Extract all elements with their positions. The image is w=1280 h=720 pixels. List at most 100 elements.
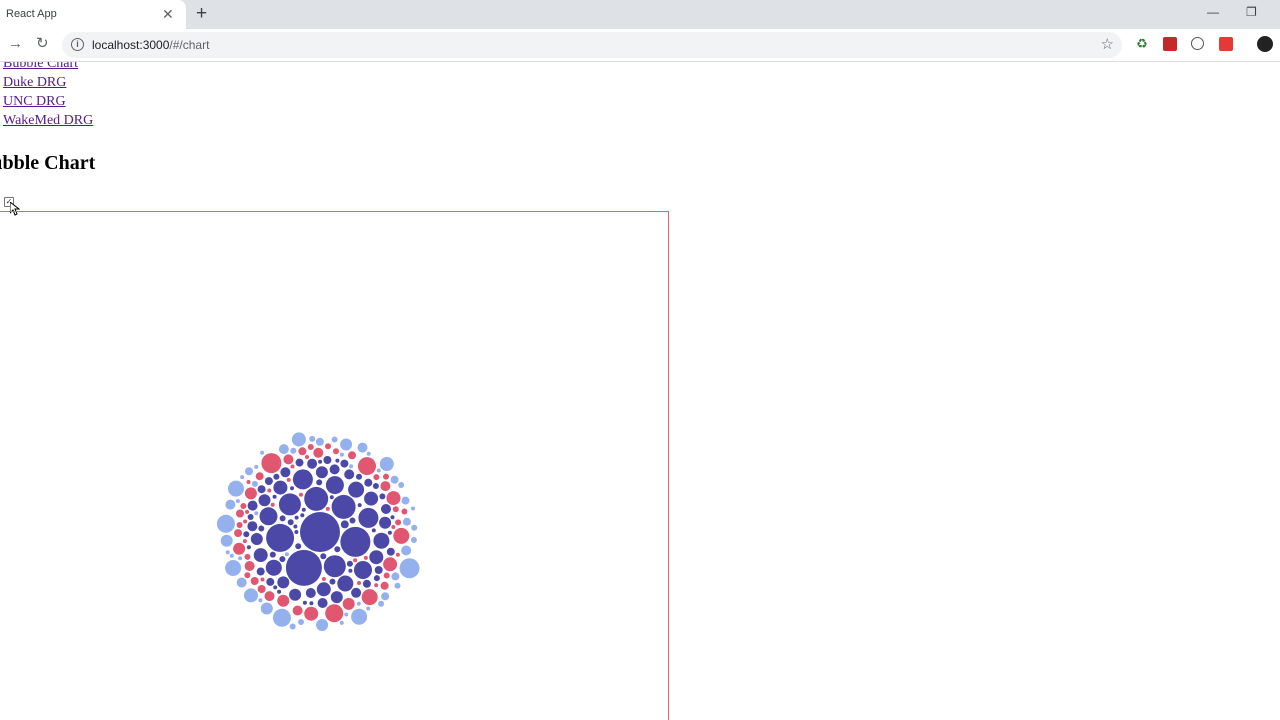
bubble[interactable]: [330, 591, 343, 604]
bubble[interactable]: [316, 619, 329, 631]
bubble[interactable]: [323, 456, 332, 464]
bubble[interactable]: [280, 467, 291, 478]
bubble[interactable]: [315, 466, 328, 479]
minimize-icon[interactable]: —: [1207, 5, 1219, 19]
bubble[interactable]: [298, 619, 304, 625]
bubble[interactable]: [300, 513, 305, 518]
bubble[interactable]: [315, 437, 324, 446]
bubble[interactable]: [277, 594, 290, 607]
bubble[interactable]: [333, 448, 339, 455]
bubble[interactable]: [286, 477, 291, 482]
bubble[interactable]: [238, 556, 243, 561]
bubble[interactable]: [279, 556, 286, 563]
bubble[interactable]: [357, 442, 368, 453]
bubble[interactable]: [307, 458, 318, 469]
bubble[interactable]: [376, 468, 381, 473]
bubble[interactable]: [380, 481, 391, 492]
bubble[interactable]: [295, 543, 302, 550]
bubble[interactable]: [290, 464, 295, 469]
bubble[interactable]: [266, 577, 275, 586]
bubble[interactable]: [383, 572, 390, 579]
bubble[interactable]: [364, 478, 373, 487]
bubble[interactable]: [254, 464, 259, 469]
bubble[interactable]: [401, 496, 410, 505]
bubble[interactable]: [278, 444, 289, 455]
bubble[interactable]: [250, 577, 259, 585]
bubble[interactable]: [331, 436, 338, 443]
bubble[interactable]: [216, 514, 235, 533]
bubble[interactable]: [293, 524, 298, 529]
bubble[interactable]: [234, 529, 243, 538]
bubble[interactable]: [246, 480, 251, 484]
bubble[interactable]: [325, 506, 330, 511]
bubble[interactable]: [399, 558, 420, 579]
bubble[interactable]: [349, 517, 356, 524]
bubble[interactable]: [318, 459, 323, 464]
bubble[interactable]: [244, 588, 258, 603]
bubble[interactable]: [305, 588, 316, 598]
bubble[interactable]: [302, 600, 307, 605]
nav-link-duke-drg[interactable]: Duke DRG: [3, 75, 66, 91]
bubble[interactable]: [273, 585, 278, 590]
bubble[interactable]: [383, 557, 398, 572]
bubble[interactable]: [301, 507, 306, 512]
bubble[interactable]: [257, 585, 266, 593]
bubble[interactable]: [278, 493, 301, 516]
bubble[interactable]: [325, 476, 344, 495]
bubble[interactable]: [309, 435, 316, 442]
bubble[interactable]: [243, 531, 250, 538]
close-tab-icon[interactable]: ✕: [162, 6, 174, 22]
bubble[interactable]: [381, 592, 390, 601]
bubble[interactable]: [340, 520, 349, 529]
new-tab-icon[interactable]: +: [196, 4, 207, 24]
bubble[interactable]: [337, 575, 354, 592]
bubble[interactable]: [379, 516, 392, 529]
bubble[interactable]: [329, 578, 336, 585]
bubble[interactable]: [369, 550, 384, 565]
bubble[interactable]: [294, 515, 299, 520]
bubble[interactable]: [256, 567, 265, 576]
bubble[interactable]: [348, 451, 356, 460]
bubble[interactable]: [266, 523, 295, 552]
bubble[interactable]: [267, 488, 272, 493]
bubble[interactable]: [342, 597, 355, 610]
bubble[interactable]: [374, 583, 379, 588]
bubble[interactable]: [236, 509, 244, 518]
bubble[interactable]: [356, 473, 362, 480]
bubble[interactable]: [339, 452, 344, 457]
bubble[interactable]: [236, 522, 243, 528]
bubble[interactable]: [298, 447, 307, 456]
bubble[interactable]: [316, 582, 331, 597]
bubble[interactable]: [395, 519, 402, 526]
bubble[interactable]: [344, 612, 349, 617]
bubble[interactable]: [291, 432, 306, 447]
bubble[interactable]: [245, 509, 250, 514]
bubble[interactable]: [316, 479, 323, 486]
bubble[interactable]: [260, 577, 265, 582]
bubble[interactable]: [244, 487, 257, 500]
bubble[interactable]: [383, 473, 389, 480]
bubble[interactable]: [265, 559, 282, 576]
bubble[interactable]: [260, 602, 273, 615]
red-extension-icon[interactable]: [1163, 37, 1177, 51]
bubble[interactable]: [329, 464, 340, 475]
bubble[interactable]: [346, 560, 353, 567]
bubble[interactable]: [354, 561, 372, 579]
bubble[interactable]: [287, 519, 294, 526]
bubble[interactable]: [374, 566, 383, 574]
bubble[interactable]: [304, 606, 319, 621]
bubble[interactable]: [247, 500, 258, 511]
bubble[interactable]: [378, 600, 385, 607]
bubble[interactable]: [292, 605, 303, 616]
bubble[interactable]: [401, 508, 408, 515]
bubble[interactable]: [393, 527, 410, 544]
bubble[interactable]: [258, 598, 263, 603]
bubble[interactable]: [260, 450, 265, 455]
bubble[interactable]: [307, 444, 314, 450]
bubble[interactable]: [317, 598, 328, 608]
bubble[interactable]: [272, 494, 277, 499]
bubble[interactable]: [348, 481, 365, 498]
bubble[interactable]: [366, 451, 371, 456]
nav-link-bubble-chart[interactable]: Bubble Chart: [3, 62, 78, 72]
bubble[interactable]: [364, 491, 379, 506]
